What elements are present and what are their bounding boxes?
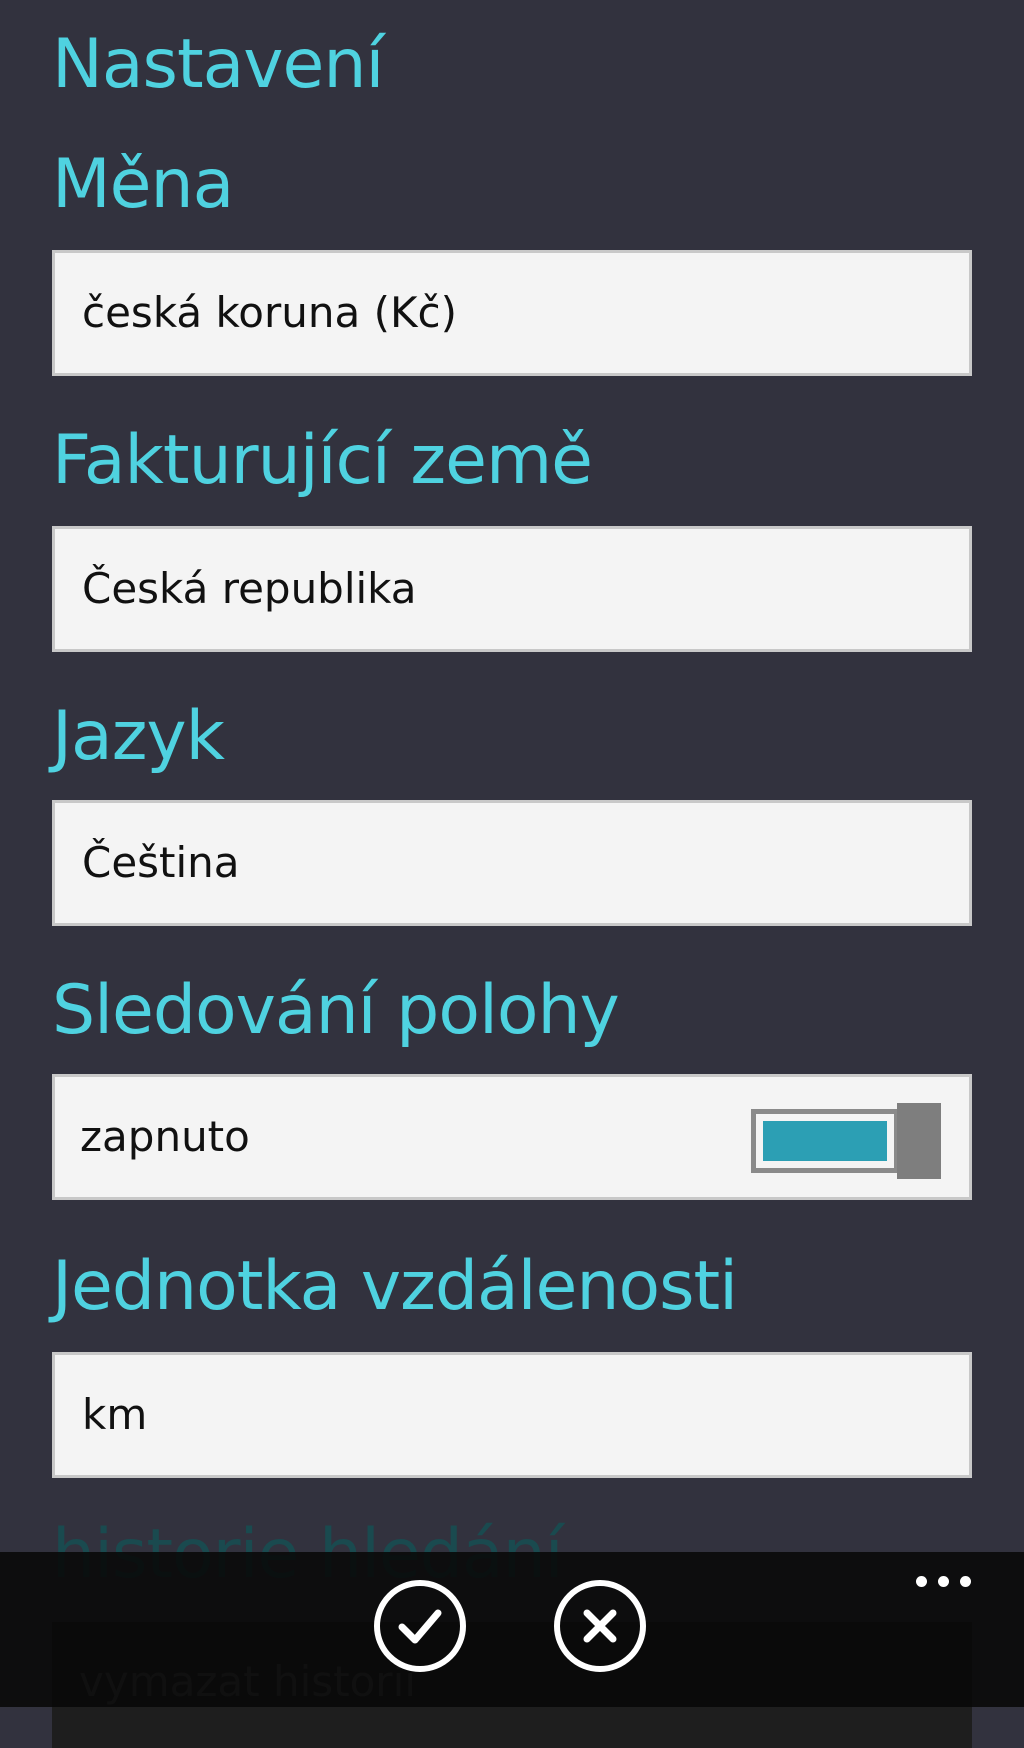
- save-button[interactable]: [374, 1580, 466, 1672]
- settings-page: Nastavení Měna česká koruna (Kč) Fakturu…: [0, 0, 1024, 1748]
- toggle-fill: [763, 1121, 887, 1161]
- page-title: Nastavení: [52, 25, 384, 104]
- app-bar: [0, 1552, 1024, 1707]
- location-tracking-label: Sledování polohy: [52, 971, 620, 1050]
- currency-value: česká koruna (Kč): [82, 288, 458, 337]
- dot: [938, 1576, 949, 1587]
- dot: [916, 1576, 927, 1587]
- location-tracking-toggle[interactable]: [751, 1103, 941, 1179]
- cancel-button[interactable]: [554, 1580, 646, 1672]
- language-label: Jazyk: [52, 697, 225, 776]
- distance-unit-label: Jednotka vzdálenosti: [52, 1247, 738, 1326]
- checkmark-icon: [398, 1609, 442, 1644]
- language-value: Čeština: [82, 838, 240, 887]
- more-dots-icon[interactable]: [916, 1574, 974, 1588]
- language-picker[interactable]: Čeština: [52, 800, 972, 926]
- billing-country-value: Česká republika: [82, 564, 417, 613]
- currency-picker[interactable]: česká koruna (Kč): [52, 250, 972, 376]
- dot: [960, 1576, 971, 1587]
- location-tracking-row: zapnuto: [52, 1074, 972, 1200]
- close-icon: [583, 1609, 617, 1643]
- toggle-track: [751, 1109, 899, 1173]
- currency-label: Měna: [52, 145, 234, 224]
- distance-unit-value: km: [82, 1390, 148, 1439]
- toggle-thumb[interactable]: [897, 1103, 941, 1179]
- billing-country-picker[interactable]: Česká republika: [52, 526, 972, 652]
- distance-unit-picker[interactable]: km: [52, 1352, 972, 1478]
- location-tracking-status: zapnuto: [80, 1112, 250, 1161]
- billing-country-label: Fakturující země: [52, 421, 593, 500]
